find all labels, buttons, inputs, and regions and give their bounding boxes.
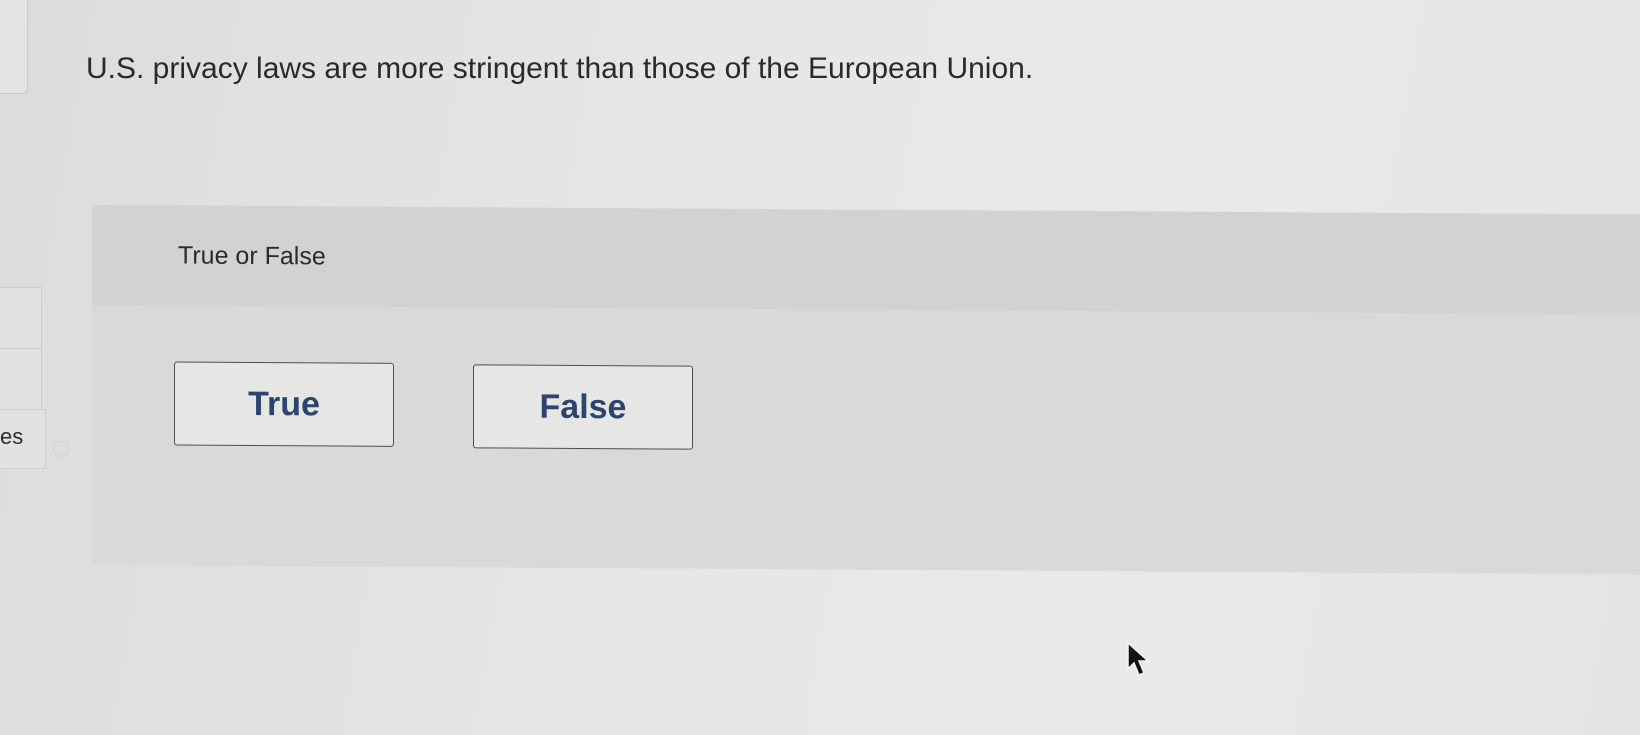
answer-panel: True or False True False	[92, 205, 1640, 575]
question-text: U.S. privacy laws are more stringent tha…	[86, 52, 1034, 85]
sidebar-item-label: es	[0, 424, 24, 449]
sidebar-item-top[interactable]	[0, 0, 28, 94]
false-button[interactable]: False	[473, 364, 693, 450]
radio-icon	[53, 441, 69, 457]
sidebar-item[interactable]	[0, 287, 42, 349]
left-sidebar: es	[0, 0, 46, 735]
answer-panel-header: True or False	[92, 205, 1640, 315]
question-type-label: True or False	[178, 241, 326, 271]
true-button[interactable]: True	[174, 361, 394, 447]
mouse-cursor-icon	[1127, 641, 1150, 676]
sidebar-item[interactable]	[0, 348, 42, 410]
